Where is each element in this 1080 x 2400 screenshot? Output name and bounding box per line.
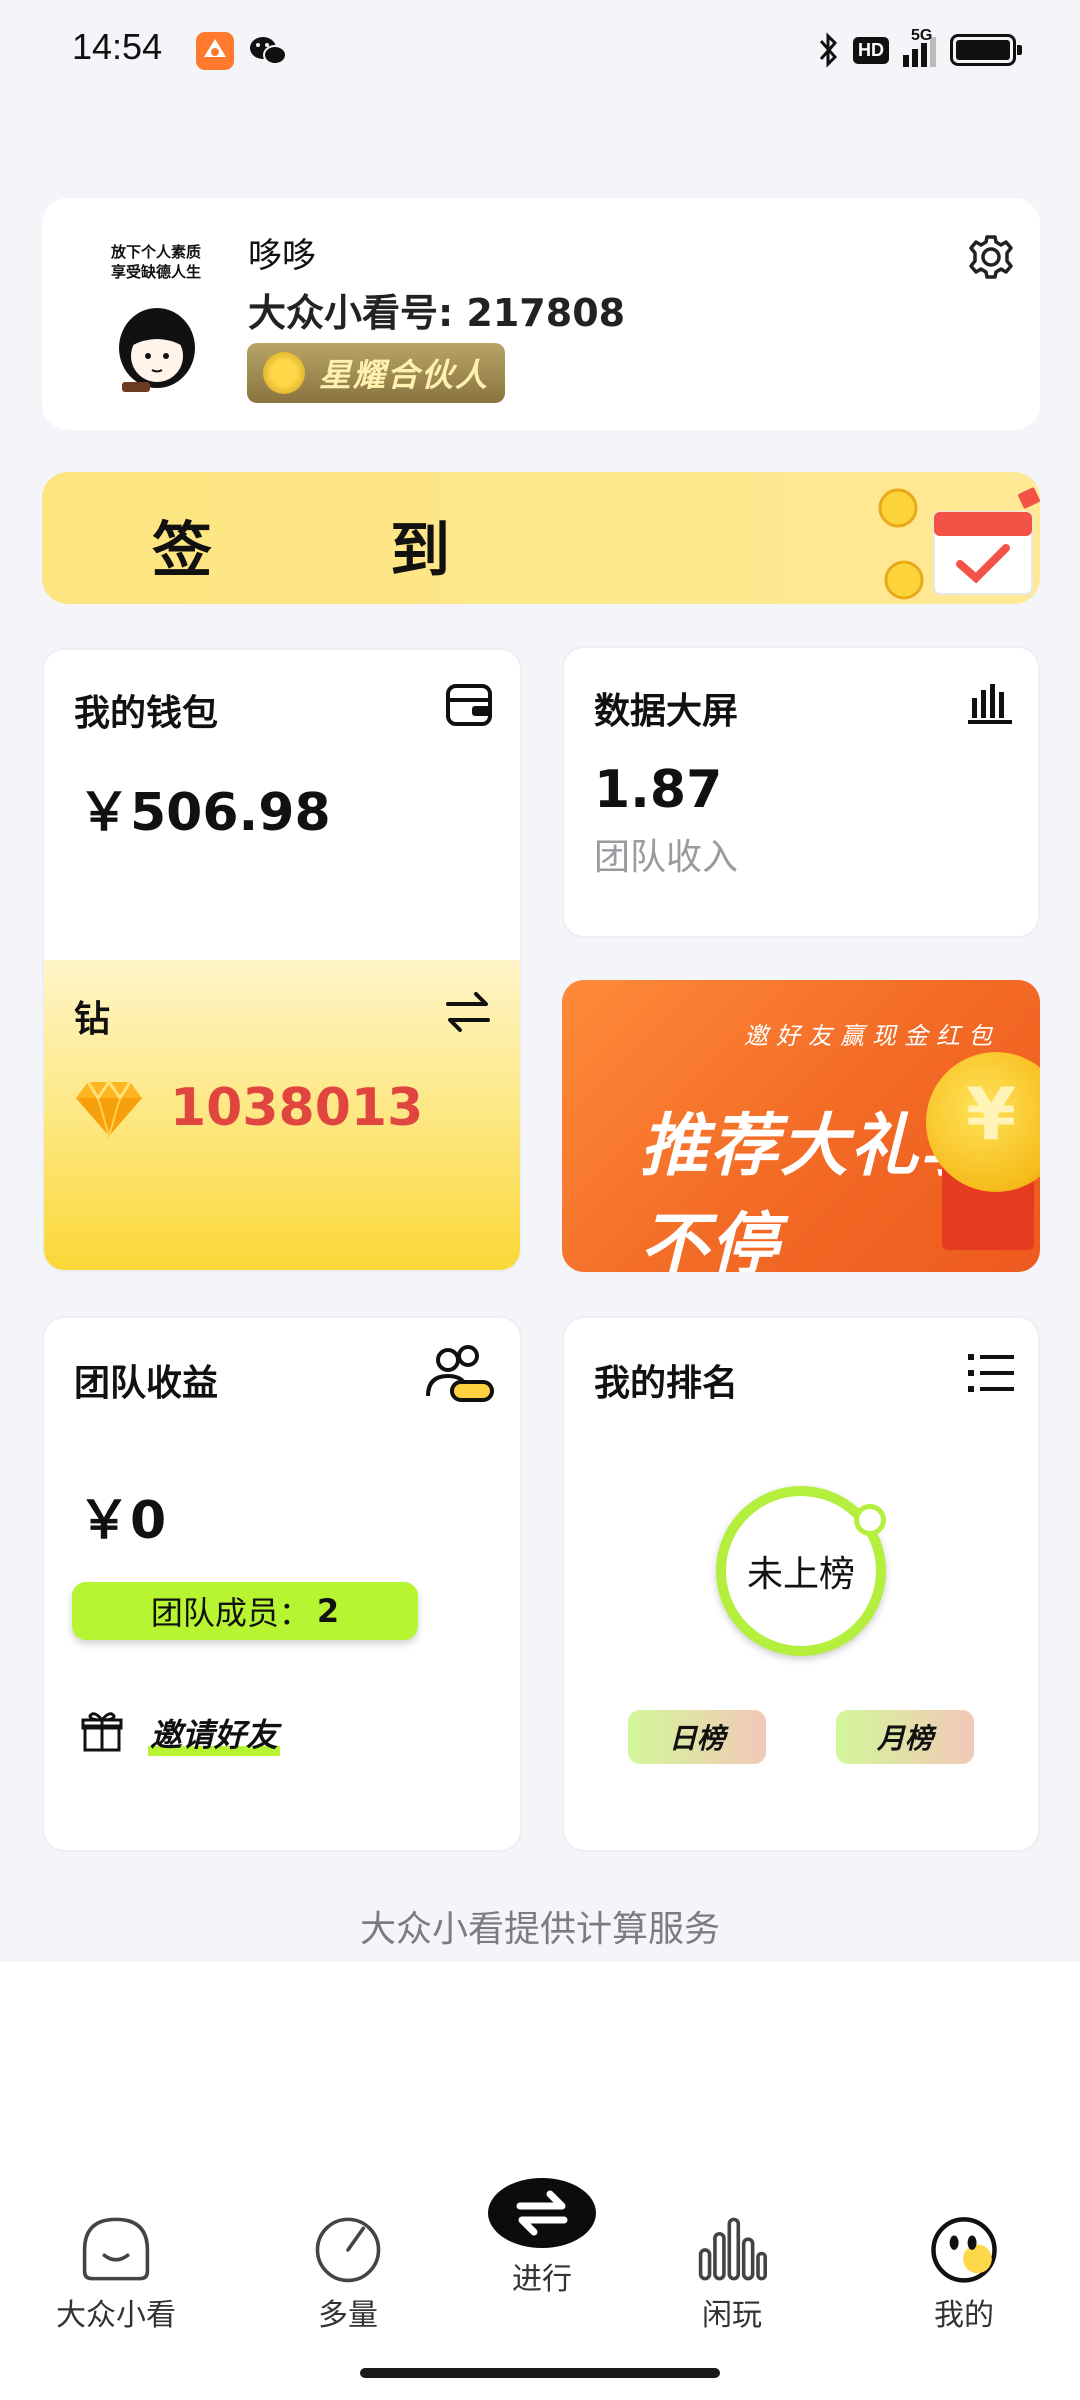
- wallet-icon: [446, 684, 492, 726]
- status-right-group: HD 5G: [817, 27, 1022, 70]
- profile-card[interactable]: 放下个人素质 享受缺德人生 哆哆 大众小看号: 217808 星耀合伙人: [42, 198, 1040, 430]
- bluetooth-icon: [819, 32, 838, 68]
- wallet-title: 我的钱包: [74, 693, 219, 734]
- nav-home-label: 大众小看: [56, 2298, 176, 2333]
- ring-dot: [854, 1504, 886, 1536]
- gear-icon[interactable]: [962, 228, 1020, 286]
- wallet-amount: ￥506.98: [78, 783, 331, 843]
- team-earnings-card[interactable]: 团队收益 ￥0 团队成员： 2 邀请好友: [42, 1316, 522, 1852]
- status-time: 14:54: [72, 26, 163, 67]
- ranking-card[interactable]: 我的排名 未上榜 日榜 月榜: [562, 1316, 1040, 1852]
- footer-note: 大众小看提供计算服务: [359, 1909, 720, 1950]
- rank-status: 未上榜: [746, 1554, 855, 1595]
- avatar-caption: 放下个人素质 享受缺德人生: [90, 242, 222, 282]
- team-earnings-amount: ￥0: [78, 1491, 167, 1551]
- home-face-icon: [82, 2217, 150, 2281]
- data-screen-card[interactable]: 数据大屏 1.87 团队收入: [562, 646, 1040, 938]
- timer-icon: [315, 2217, 381, 2283]
- wallet-top-section: 我的钱包 ￥506.98: [44, 650, 520, 960]
- nav-multi[interactable]: 多量: [268, 2214, 428, 2334]
- nav-mine-label: 我的: [934, 2298, 994, 2333]
- team-members-label: 团队成员：: [150, 1594, 311, 1632]
- team-earnings-title: 团队收益: [74, 1363, 219, 1404]
- bar-chart-icon: [968, 684, 1012, 724]
- medal-icon: [263, 352, 305, 394]
- wechat-icon: [248, 32, 287, 70]
- monthly-ranking-button[interactable]: 月榜: [836, 1710, 974, 1764]
- wallet-card[interactable]: 我的钱包 ￥506.98 钻 1038013: [42, 648, 522, 1272]
- team-icon: [426, 1345, 494, 1402]
- nav-idle-label: 闲玩: [702, 2298, 762, 2333]
- user-id: 大众小看号: 217808: [248, 291, 626, 335]
- promo-small-text: 邀好友赢现金红包: [744, 1022, 1000, 1050]
- signal-icon: 5G: [903, 27, 936, 67]
- invite-friends-link[interactable]: 邀请好友: [148, 1710, 281, 1756]
- calendar-icon: [878, 487, 1040, 600]
- diamond-gem-icon: [76, 1079, 142, 1140]
- partner-badge-label: 星耀合伙人: [319, 356, 490, 394]
- daily-ranking-button[interactable]: 日榜: [628, 1710, 766, 1764]
- ranking-title: 我的排名: [594, 1363, 739, 1404]
- profile-face-icon: [931, 2217, 997, 2283]
- data-screen-label: 团队收入: [594, 837, 739, 878]
- nav-multi-label: 多量: [318, 2298, 378, 2333]
- home-indicator[interactable]: [360, 2368, 720, 2378]
- avatar-caption-line-1: 放下个人素质: [110, 243, 201, 261]
- data-screen-value: 1.87: [594, 760, 723, 820]
- nickname: 哆哆: [248, 236, 316, 276]
- app-orange-icon: [196, 32, 234, 70]
- status-bar: 14:54 HD 5G: [0, 0, 1080, 100]
- hd-badge: HD: [853, 36, 889, 64]
- team-members-count: 2: [316, 1592, 340, 1630]
- nav-center[interactable]: 进行: [462, 2178, 622, 2298]
- checkin-banner[interactable]: 签到: [42, 472, 1040, 604]
- checkin-label: 签到: [152, 516, 628, 586]
- nav-center-label: 进行: [512, 2262, 572, 2297]
- data-screen-title: 数据大屏: [594, 691, 739, 732]
- diamond-title: 钻: [74, 999, 111, 1040]
- cartoon-girl-icon: [119, 308, 195, 392]
- battery-icon: [950, 34, 1022, 66]
- sound-bars-icon: [698, 2217, 767, 2281]
- nav-home[interactable]: 大众小看: [36, 2214, 196, 2334]
- yuan-symbol-icon: ¥: [966, 1072, 1017, 1156]
- avatar-caption-line-2: 享受缺德人生: [110, 263, 201, 281]
- promo-banner[interactable]: 邀好友赢现金红包 推荐大礼享不停 ¥: [562, 980, 1040, 1272]
- partner-badge[interactable]: 星耀合伙人: [247, 343, 505, 403]
- team-members-badge[interactable]: 团队成员： 2: [72, 1582, 418, 1640]
- avatar[interactable]: 放下个人素质 享受缺德人生: [82, 234, 232, 404]
- network-label: 5G: [911, 27, 933, 44]
- swap-arrows-icon: [516, 2190, 568, 2236]
- center-circle: [488, 2178, 596, 2248]
- swap-icon[interactable]: [444, 990, 492, 1034]
- diamond-amount: 1038013: [170, 1078, 424, 1138]
- diamond-section[interactable]: 钻 1038013: [44, 960, 520, 1270]
- nav-mine[interactable]: 我的: [884, 2214, 1044, 2334]
- gift-icon[interactable]: [80, 1710, 124, 1754]
- list-icon[interactable]: [966, 1348, 1016, 1398]
- nav-idle[interactable]: 闲玩: [652, 2214, 812, 2334]
